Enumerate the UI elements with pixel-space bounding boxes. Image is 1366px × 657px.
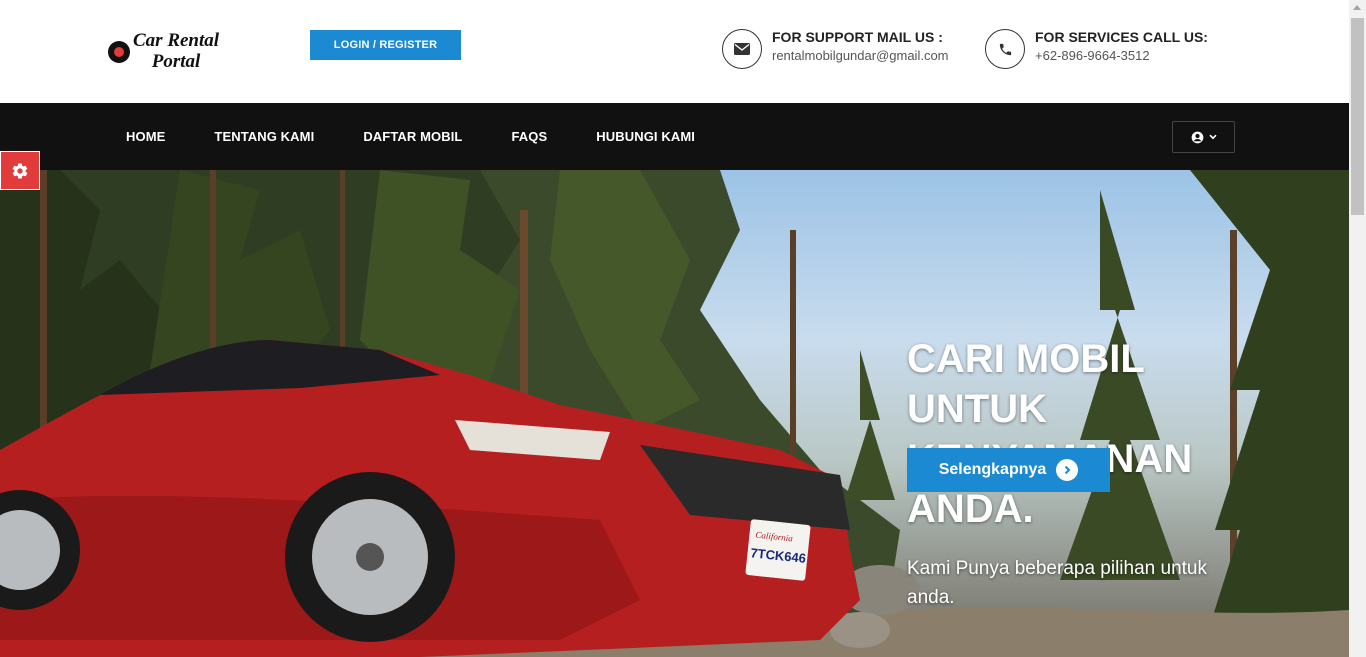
page-scrollbar[interactable] xyxy=(1349,0,1366,657)
site-header: Car Rental Portal LOGIN / REGISTER FOR S… xyxy=(0,0,1349,103)
nav-menu: HOME TENTANG KAMI DAFTAR MOBIL FAQS HUBU… xyxy=(126,103,744,170)
phone-icon xyxy=(985,29,1025,69)
settings-toggle-button[interactable] xyxy=(0,151,40,190)
support-mail-value[interactable]: rentalmobilgundar@gmail.com xyxy=(772,47,949,65)
support-mail-label: FOR SUPPORT MAIL US : xyxy=(772,29,943,45)
nav-item-faqs[interactable]: FAQS xyxy=(511,129,547,144)
nav-item-home[interactable]: HOME xyxy=(126,129,165,144)
logo-line-1: Car Rental xyxy=(133,30,220,51)
logo-icon xyxy=(108,41,130,63)
scroll-up-icon[interactable] xyxy=(1353,5,1361,10)
selengkapnya-label: Selengkapnya xyxy=(938,461,1047,478)
nav-item-daftar-mobil[interactable]: DAFTAR MOBIL xyxy=(363,129,462,144)
gear-icon xyxy=(12,163,28,179)
support-mail-block: FOR SUPPORT MAIL US : rentalmobilgundar@… xyxy=(722,28,949,69)
chevron-down-icon xyxy=(1208,134,1217,140)
selengkapnya-button[interactable]: Selengkapnya xyxy=(907,448,1110,492)
user-circle-icon xyxy=(1191,131,1203,143)
services-call-value[interactable]: +62-896-9664-3512 xyxy=(1035,47,1208,65)
nav-item-tentang-kami[interactable]: TENTANG KAMI xyxy=(214,129,314,144)
envelope-icon xyxy=(722,29,762,69)
nav-item-hubungi-kami[interactable]: HUBUNGI KAMI xyxy=(596,129,695,144)
scrollbar-thumb[interactable] xyxy=(1351,18,1364,215)
hero-subtitle: Kami Punya beberapa pilihan untuk anda. xyxy=(907,558,1207,608)
site-logo[interactable]: Car Rental Portal xyxy=(108,30,219,72)
logo-line-2: Portal xyxy=(151,51,201,72)
chevron-right-icon xyxy=(1056,459,1079,481)
hero-banner: California 7TCK646 CARI MOBIL UNTUK KENY… xyxy=(0,170,1349,657)
page: Car Rental Portal LOGIN / REGISTER FOR S… xyxy=(0,0,1366,657)
logo-text: Car Rental Portal xyxy=(133,30,219,72)
services-call-label: FOR SERVICES CALL US: xyxy=(1035,29,1208,45)
services-call-block: FOR SERVICES CALL US: +62-896-9664-3512 xyxy=(985,28,1208,69)
user-menu-button[interactable] xyxy=(1172,121,1235,153)
hero-title: CARI MOBIL UNTUK KENYAMANAN ANDA. xyxy=(907,337,1192,531)
login-register-button[interactable]: LOGIN / REGISTER xyxy=(310,30,461,60)
main-navbar: HOME TENTANG KAMI DAFTAR MOBIL FAQS HUBU… xyxy=(0,103,1349,170)
